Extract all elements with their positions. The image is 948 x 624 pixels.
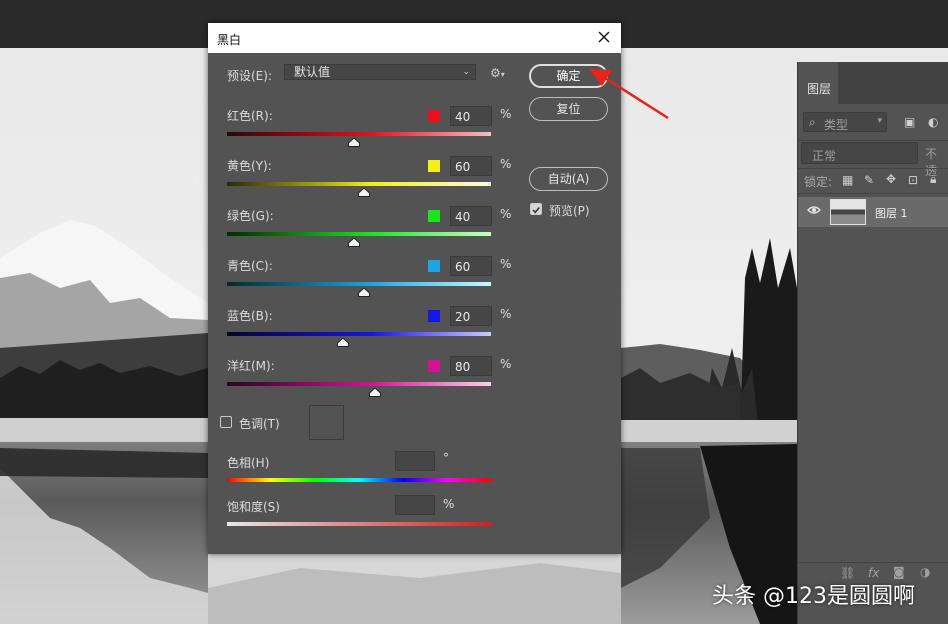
hue-label: 色相(H) bbox=[227, 456, 270, 470]
mask-icon[interactable]: ◙ bbox=[893, 565, 905, 579]
color-swatch bbox=[428, 260, 440, 272]
checkmark-icon bbox=[532, 206, 540, 214]
slider-value-input[interactable]: 60 bbox=[450, 256, 492, 276]
chevron-down-icon: ⌄ bbox=[462, 67, 470, 77]
color-swatch bbox=[428, 360, 440, 372]
slider-thumb[interactable] bbox=[358, 286, 371, 297]
preset-label: 预设(E): bbox=[227, 69, 272, 83]
dialog-title: 黑白 bbox=[217, 33, 242, 47]
lock-position-icon[interactable]: ✥ bbox=[886, 172, 896, 186]
slider-label: 绿色(G): bbox=[227, 209, 274, 223]
layer-name: 图层 1 bbox=[875, 207, 908, 220]
slider-thumb[interactable] bbox=[368, 386, 381, 397]
preview-checkbox[interactable] bbox=[530, 203, 542, 215]
slider-value-input[interactable]: 80 bbox=[450, 356, 492, 376]
divider bbox=[798, 140, 948, 141]
slider-label: 红色(R): bbox=[227, 109, 273, 123]
slider-value-input[interactable]: 60 bbox=[450, 156, 492, 176]
slider-track[interactable] bbox=[227, 382, 491, 386]
slider-track[interactable] bbox=[227, 332, 491, 336]
blend-mode-value: 正常 bbox=[812, 149, 837, 163]
tab-layers[interactable]: 图层 bbox=[798, 62, 838, 104]
slider-label: 蓝色(B): bbox=[227, 309, 273, 323]
tint-label: 色调(T) bbox=[239, 417, 280, 431]
lock-all-icon[interactable]: 🔒︎ bbox=[930, 172, 936, 187]
layer-filter-label: 类型 bbox=[824, 118, 849, 132]
annotation-arrow bbox=[588, 68, 669, 120]
layers-panel: 图层 ⌕ 类型 ▾ ▣ ◐ 正常 不透 锁定: ▦ ✎ ✥ ⊡ 🔒︎ 图层 1 … bbox=[797, 62, 948, 624]
color-swatch bbox=[428, 210, 440, 222]
hue-unit: ° bbox=[443, 451, 449, 465]
watermark-text: 头条 @123是圆圆啊 bbox=[712, 584, 915, 609]
chevron-down-icon: ▾ bbox=[877, 116, 882, 126]
lock-paint-icon[interactable]: ✎ bbox=[864, 173, 874, 187]
tint-checkbox[interactable] bbox=[220, 416, 232, 428]
image-filter-icon[interactable]: ▣ bbox=[904, 115, 915, 129]
layers-panel-tabs: 图层 bbox=[798, 62, 948, 104]
divider bbox=[798, 562, 948, 563]
slider-value-input[interactable]: 20 bbox=[450, 306, 492, 326]
preset-value: 默认值 bbox=[294, 65, 331, 79]
layer-filter-select[interactable]: ⌕ 类型 ▾ bbox=[803, 112, 887, 132]
percent-unit: % bbox=[500, 357, 512, 371]
saturation-input[interactable] bbox=[395, 495, 435, 515]
hue-gradient[interactable] bbox=[227, 478, 491, 482]
visibility-eye-icon[interactable] bbox=[807, 203, 821, 220]
adjustment-filter-icon[interactable]: ◐ bbox=[928, 115, 938, 129]
color-swatch bbox=[428, 110, 440, 122]
tint-color-swatch[interactable] bbox=[309, 405, 344, 440]
black-white-dialog: 黑白 预设(E): 默认值 ⌄ ⚙︎▾ 红色(R): 40% 黄色(Y): 60% 绿色… bbox=[208, 23, 621, 554]
dialog-titlebar[interactable]: 黑白 bbox=[208, 23, 621, 53]
blend-mode-select[interactable]: 正常 bbox=[801, 142, 918, 164]
slider-value-input[interactable]: 40 bbox=[450, 106, 492, 126]
percent-unit: % bbox=[500, 207, 512, 221]
divider bbox=[798, 193, 948, 194]
divider bbox=[798, 168, 948, 169]
search-icon: ⌕ bbox=[809, 115, 816, 129]
lock-transparent-icon[interactable]: ▦ bbox=[842, 173, 853, 187]
slider-thumb[interactable] bbox=[337, 336, 350, 347]
hue-input[interactable] bbox=[395, 451, 435, 471]
slider-label: 洋红(M): bbox=[227, 359, 275, 373]
saturation-unit: % bbox=[443, 497, 455, 511]
opacity-label: 不透 bbox=[925, 147, 938, 178]
percent-unit: % bbox=[500, 107, 512, 121]
lock-label: 锁定: bbox=[804, 175, 833, 189]
slider-thumb[interactable] bbox=[347, 236, 360, 247]
preview-label: 预览(P) bbox=[549, 204, 590, 218]
slider-thumb[interactable] bbox=[358, 186, 371, 197]
color-swatch bbox=[428, 310, 440, 322]
preset-select[interactable]: 默认值 ⌄ bbox=[284, 64, 476, 80]
auto-button[interactable]: 自动(A) bbox=[529, 167, 608, 191]
layer-thumbnail bbox=[830, 199, 866, 225]
close-icon[interactable] bbox=[595, 28, 613, 46]
color-swatch bbox=[428, 160, 440, 172]
gear-icon[interactable]: ⚙︎▾ bbox=[490, 66, 505, 80]
layer-row[interactable]: 图层 1 bbox=[798, 197, 948, 227]
percent-unit: % bbox=[500, 157, 512, 171]
slider-label: 青色(C): bbox=[227, 259, 273, 273]
saturation-label: 饱和度(S) bbox=[227, 500, 280, 514]
slider-thumb[interactable] bbox=[347, 136, 360, 147]
saturation-gradient[interactable] bbox=[227, 522, 491, 526]
percent-unit: % bbox=[500, 257, 512, 271]
adjustment-layer-icon[interactable]: ◑ bbox=[920, 565, 930, 579]
lock-artboard-icon[interactable]: ⊡ bbox=[908, 173, 918, 187]
slider-value-input[interactable]: 40 bbox=[450, 206, 492, 226]
percent-unit: % bbox=[500, 307, 512, 321]
slider-label: 黄色(Y): bbox=[227, 159, 272, 173]
